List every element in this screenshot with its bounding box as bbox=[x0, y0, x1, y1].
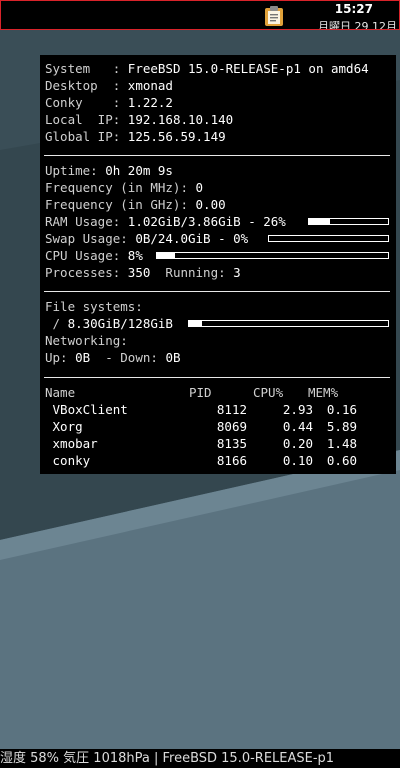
divider bbox=[44, 291, 390, 292]
network-row: Up: 0B - Down: 0B bbox=[45, 350, 181, 365]
conky-panel: System : FreeBSD 15.0-RELEASE-p1 on amd6… bbox=[40, 55, 396, 474]
swap-usage-bar bbox=[268, 235, 389, 242]
cpu-row: CPU Usage: 8% bbox=[45, 248, 143, 263]
uptime-row: Uptime: 0h 20m 9s bbox=[45, 163, 173, 178]
ram-row: RAM Usage: 1.02GiB/3.86GiB - 26% bbox=[45, 214, 286, 229]
status-bar-text: 湿度 58% 気圧 1018hPa | FreeBSD 15.0-RELEASE… bbox=[0, 751, 335, 766]
divider bbox=[44, 155, 390, 156]
divider bbox=[44, 377, 390, 378]
table-row: Xorg 8069 0.44 5.89 bbox=[45, 419, 357, 434]
networking-title: Networking: bbox=[45, 333, 128, 348]
status-bar: 湿度 58% 気圧 1018hPa | FreeBSD 15.0-RELEASE… bbox=[0, 749, 400, 768]
freq-ghz-row: Frequency (in GHz): 0.00 bbox=[45, 197, 226, 212]
swap-row: Swap Usage: 0B/24.0GiB - 0% bbox=[45, 231, 249, 246]
clock-time: 15:27 bbox=[334, 2, 373, 16]
header-pid: PID bbox=[189, 385, 212, 400]
clock-date: 月曜日 29 12月 bbox=[318, 20, 397, 29]
table-row: conky 8166 0.10 0.60 bbox=[45, 453, 357, 468]
freq-mhz-row: Frequency (in MHz): 0 bbox=[45, 180, 204, 195]
cpu-usage-bar bbox=[156, 252, 389, 259]
header-cpu: CPU% bbox=[253, 385, 284, 400]
local-ip-row: Local IP: 192.168.10.140 bbox=[45, 112, 234, 127]
process-table-header: Name PID CPU% MEM% bbox=[40, 384, 396, 401]
conky-version-row: Conky : 1.22.2 bbox=[45, 95, 173, 110]
processes-row: Processes: 350 Running: 3 bbox=[45, 265, 241, 280]
table-row: xmobar 8135 0.20 1.48 bbox=[45, 436, 357, 451]
desktop-row: Desktop : xmonad bbox=[45, 78, 173, 93]
table-row: VBoxClient 8112 2.93 0.16 bbox=[45, 402, 357, 417]
global-ip-row: Global IP: 125.56.59.149 bbox=[45, 129, 226, 144]
filesystems-title: File systems: bbox=[45, 299, 143, 314]
top-bar: 15:27 月曜日 29 12月 bbox=[0, 0, 400, 30]
ram-usage-bar bbox=[308, 218, 389, 225]
system-row: System : FreeBSD 15.0-RELEASE-p1 on amd6… bbox=[45, 61, 369, 76]
header-name: Name bbox=[45, 385, 76, 400]
filesystem-usage-bar bbox=[188, 320, 389, 327]
clipboard-icon[interactable] bbox=[263, 5, 285, 27]
filesystem-root-row: / 8.30GiB/128GiB bbox=[45, 316, 173, 331]
header-mem: MEM% bbox=[308, 385, 339, 400]
